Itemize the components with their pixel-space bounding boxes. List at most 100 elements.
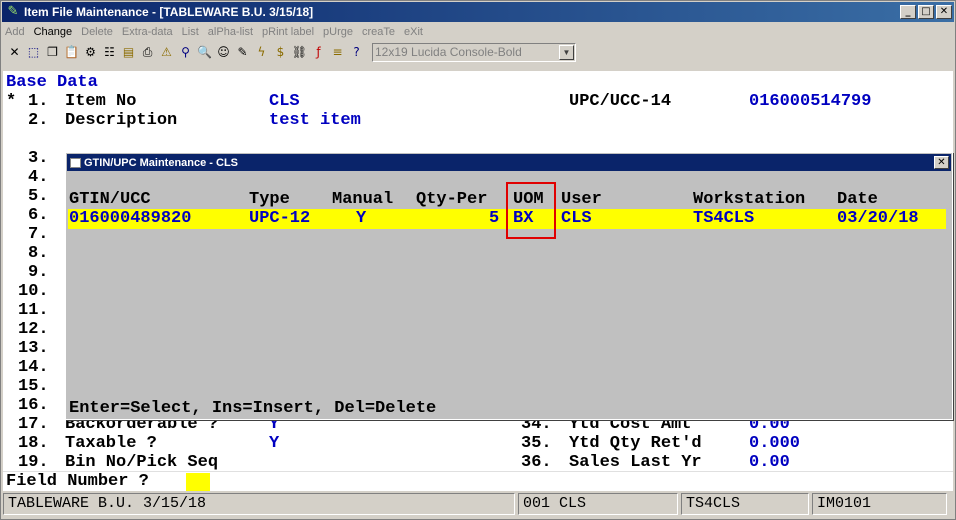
col-header-gtin: GTIN/UCC: [69, 190, 151, 209]
field-value-item-no[interactable]: CLS: [269, 92, 300, 111]
menu-list[interactable]: List: [182, 23, 199, 41]
field-num-35: 35.: [521, 434, 552, 453]
field-label-sales-last-yr: Sales Last Yr: [569, 453, 702, 472]
status-user: 001 CLS: [518, 493, 678, 515]
field-label-upc: UPC/UCC-14: [569, 92, 672, 111]
field-num-14: 14.: [18, 358, 49, 377]
field-num-11: 11.: [18, 301, 49, 320]
field-number-input[interactable]: [186, 473, 210, 491]
col-header-type: Type: [249, 190, 290, 209]
menu-delete[interactable]: Delete: [81, 23, 113, 41]
font-select[interactable]: 12x19 Lucida Console-Bold ▼: [372, 42, 576, 62]
field-num-8: 8.: [28, 244, 49, 263]
field-num-3: 3.: [28, 149, 49, 168]
col-header-user: User: [561, 190, 602, 209]
paste-icon[interactable]: 📋: [62, 43, 81, 62]
col-header-date: Date: [837, 190, 878, 209]
maximize-button[interactable]: □: [918, 5, 934, 19]
close-x-icon[interactable]: ✕: [5, 43, 24, 62]
menu-purge[interactable]: pUrge: [323, 23, 353, 41]
field-num-18: 18.: [18, 434, 49, 453]
app-logo-icon: ✎: [7, 4, 19, 19]
menu-exit[interactable]: eXit: [404, 23, 423, 41]
settings-icon[interactable]: ⚙: [81, 43, 100, 62]
menu-create[interactable]: creaTe: [362, 23, 395, 41]
minimize-button[interactable]: _: [900, 5, 916, 19]
field-num-15: 15.: [18, 377, 49, 396]
col-header-workstation: Workstation: [693, 190, 806, 209]
field-num-9: 9.: [28, 263, 49, 282]
cell-qty-per: 5: [489, 209, 500, 228]
field-number-prompt: Field Number ?: [3, 471, 953, 491]
col-header-qty-per: Qty-Per: [416, 190, 488, 209]
menu-extra-data[interactable]: Extra-data: [122, 23, 173, 41]
toolbar: ✕ ⬚ ❐ 📋 ⚙ ☷ ▤ ⎙ ⚠ ⚲ 🔍 ☺ ✎ ϟ $ ⛓ ƒ ≡ ? 12…: [5, 41, 576, 63]
menu-change[interactable]: Change: [34, 23, 73, 41]
title-bar: ✎ Item File Maintenance - [TABLEWARE B.U…: [2, 2, 954, 22]
field-label-ytd-qty-retd: Ytd Qty Ret'd: [569, 434, 702, 453]
link-icon[interactable]: ⛓: [290, 43, 309, 62]
lightning-icon[interactable]: ϟ: [252, 43, 271, 62]
money-icon[interactable]: $: [271, 43, 290, 62]
select-icon[interactable]: ⬚: [24, 43, 43, 62]
cell-workstation: TS4CLS: [693, 209, 755, 228]
field-value-sales-last-yr[interactable]: 0.00: [749, 453, 790, 472]
alert-icon[interactable]: ⚠: [157, 43, 176, 62]
field-num-13: 13.: [18, 339, 49, 358]
field-label-item-no: Item No: [65, 92, 137, 111]
field-value-description[interactable]: test item: [269, 111, 361, 130]
notes-icon[interactable]: ▤: [119, 43, 138, 62]
dialog-close-button[interactable]: ✕: [934, 156, 949, 169]
list-icon[interactable]: ≡: [328, 43, 347, 62]
field-num-36: 36.: [521, 453, 552, 472]
section-title: Base Data: [6, 73, 98, 92]
cell-gtin: 016000489820: [69, 209, 192, 228]
field-num-10: 10.: [18, 282, 49, 301]
field-num-6: 6.: [28, 206, 49, 225]
cell-date: 03/20/18: [837, 209, 919, 228]
status-workstation: TS4CLS: [681, 493, 809, 515]
field-value-ytd-qty-retd[interactable]: 0.000: [749, 434, 800, 453]
menu-print-label[interactable]: pRint label: [262, 23, 314, 41]
cell-user: CLS: [561, 209, 592, 228]
gtin-upc-dialog: GTIN/UPC Maintenance - CLS ✕ GTIN/UCC Ty…: [65, 152, 953, 420]
menu-add[interactable]: Add: [5, 23, 25, 41]
menu-alpha-list[interactable]: alPha-list: [208, 23, 253, 41]
print-icon[interactable]: ⎙: [138, 43, 157, 62]
window-title: Item File Maintenance - [TABLEWARE B.U. …: [24, 5, 314, 19]
status-program: IM0101: [812, 493, 947, 515]
cell-type: UPC-12: [249, 209, 311, 228]
prompt-label: Field Number ?: [6, 472, 149, 491]
edit-icon[interactable]: ✎: [233, 43, 252, 62]
field-value-upc[interactable]: 016000514799: [749, 92, 871, 111]
field-num-12: 12.: [18, 320, 49, 339]
status-company: TABLEWARE B.U. 3/15/18: [3, 493, 515, 515]
user-icon[interactable]: ☺: [214, 43, 233, 62]
col-header-manual: Manual: [332, 190, 394, 209]
field-num-17: 17.: [18, 415, 49, 434]
field-label-taxable: Taxable ?: [65, 434, 157, 453]
help-icon[interactable]: ?: [347, 43, 366, 62]
cell-manual: Y: [356, 209, 367, 228]
dialog-title: GTIN/UPC Maintenance - CLS: [84, 156, 239, 169]
zoom-icon[interactable]: 🔍: [195, 43, 214, 62]
dialog-window-icon: [70, 157, 81, 168]
close-button[interactable]: ✕: [936, 5, 952, 19]
status-bar: TABLEWARE B.U. 3/15/18 001 CLS TS4CLS IM…: [3, 493, 953, 517]
field-label-bin-no: Bin No/Pick Seq: [65, 453, 219, 472]
main-window: ✎ Item File Maintenance - [TABLEWARE B.U…: [0, 0, 956, 520]
uom-highlight-box: [506, 182, 556, 239]
chevron-down-icon[interactable]: ▼: [559, 44, 574, 60]
dialog-footer-hint: Enter=Select, Ins=Insert, Del=Delete: [69, 399, 437, 418]
menu-bar: Add Change Delete Extra-data List alPha-…: [5, 23, 432, 41]
field-num-5: 5.: [28, 187, 49, 206]
field-marker: *: [6, 92, 17, 111]
field-value-taxable[interactable]: Y: [269, 434, 279, 453]
find-icon[interactable]: ⚲: [176, 43, 195, 62]
properties-icon[interactable]: ☷: [100, 43, 119, 62]
function-icon[interactable]: ƒ: [309, 43, 328, 62]
copy-icon[interactable]: ❐: [43, 43, 62, 62]
font-select-value: 12x19 Lucida Console-Bold: [375, 45, 522, 59]
field-num-7: 7.: [28, 225, 49, 244]
field-num-19: 19.: [18, 453, 49, 472]
